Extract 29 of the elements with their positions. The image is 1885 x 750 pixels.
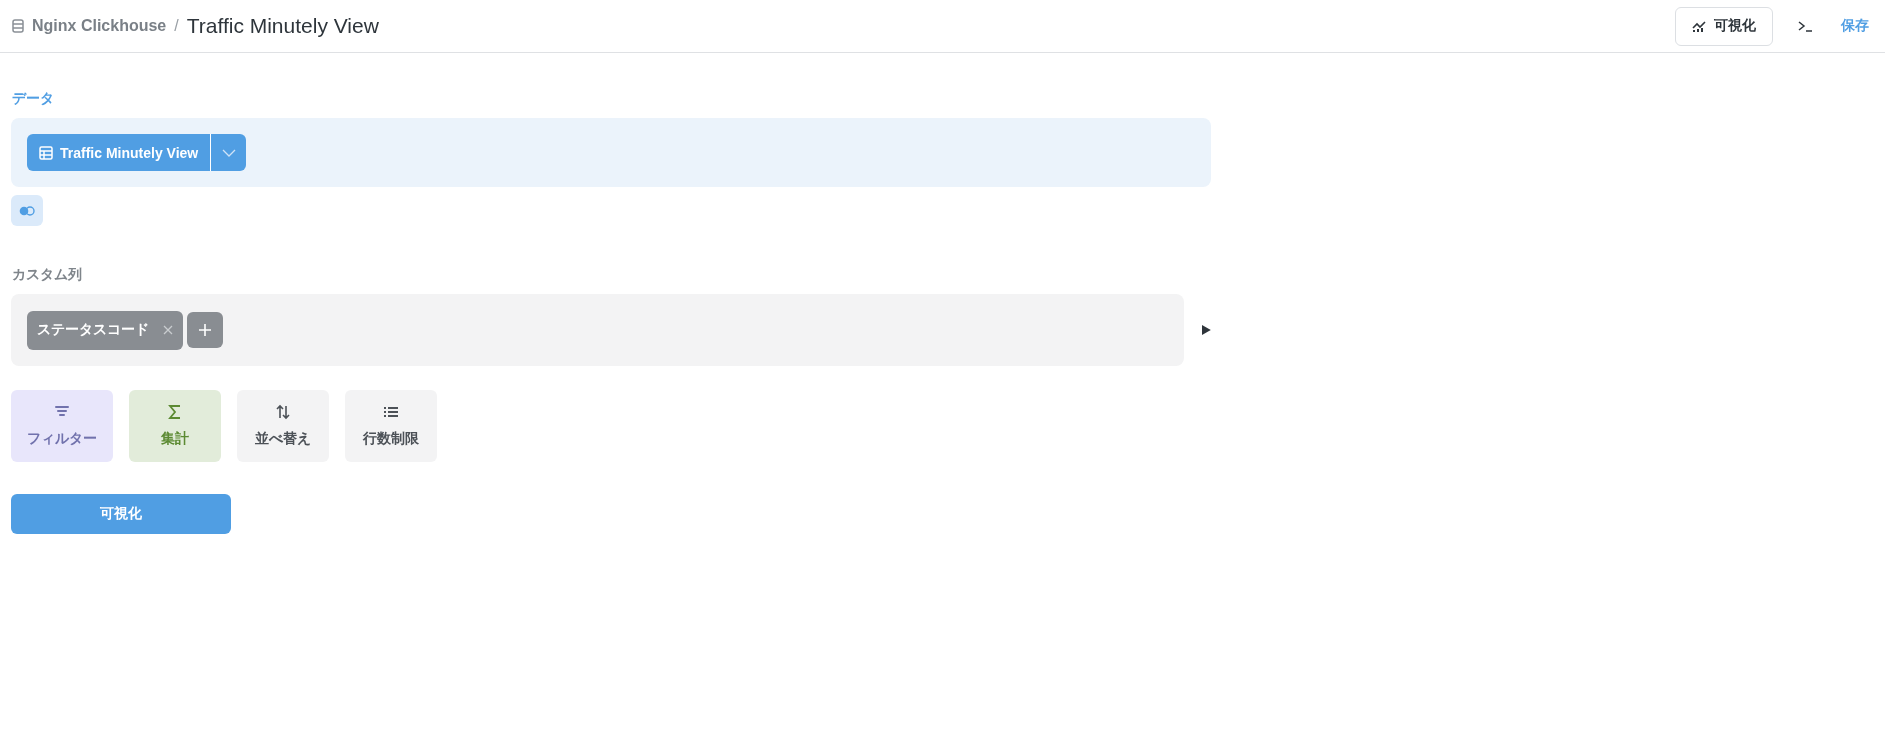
table-picker-button[interactable]: Traffic Minutely View [27, 134, 211, 171]
chevron-down-icon [221, 148, 236, 157]
visualize-button[interactable]: 可視化 [11, 494, 231, 534]
question-title[interactable]: Traffic Minutely View [186, 14, 379, 38]
overlap-circles-icon [19, 205, 35, 216]
close-icon[interactable] [163, 325, 173, 335]
plus-icon [199, 324, 211, 336]
chart-icon [1692, 20, 1706, 32]
action-button[interactable]: フィルター [11, 390, 113, 462]
table-icon [39, 145, 53, 160]
sigma-icon [167, 404, 183, 420]
action-button[interactable]: 行数制限 [345, 390, 437, 462]
save-button[interactable]: 保存 [1837, 11, 1873, 41]
step-label: カスタム列 [12, 266, 83, 284]
action-button[interactable]: 集計 [129, 390, 221, 462]
column-chip[interactable]: ステータスコード [27, 310, 183, 350]
list-icon [383, 404, 399, 420]
visualize-button[interactable]: 可視化 [1675, 6, 1773, 46]
database-icon [12, 19, 24, 33]
join-toggle-button[interactable] [11, 195, 43, 226]
step-label: データ [12, 90, 55, 108]
database-link[interactable]: Nginx Clickhouse [32, 17, 167, 35]
breadcrumb-separator: / [174, 17, 179, 35]
sort-arrows-icon [275, 404, 291, 420]
add-column-button[interactable] [187, 312, 223, 348]
action-button[interactable]: 並べ替え [237, 390, 329, 462]
dropdown-button[interactable] [210, 134, 247, 171]
play-icon[interactable] [1202, 325, 1211, 335]
terminal-icon[interactable] [1798, 20, 1812, 32]
